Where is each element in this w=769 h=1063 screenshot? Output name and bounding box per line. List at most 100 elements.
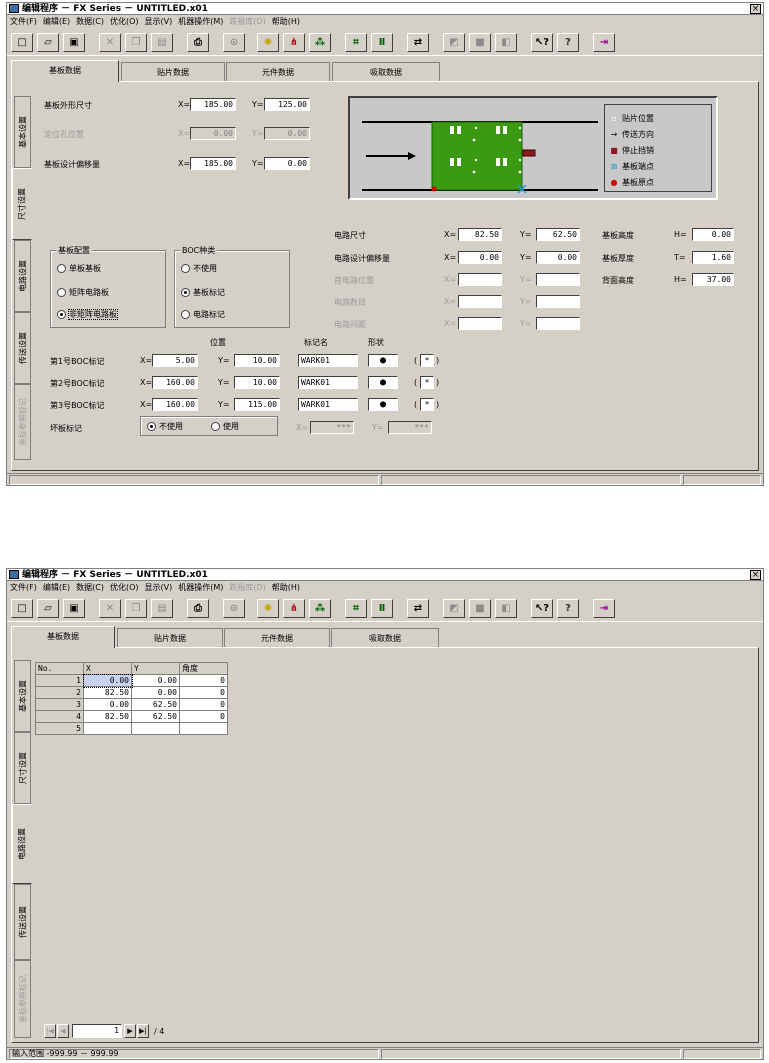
boc-mark-3-asterisk[interactable]: * [420, 398, 434, 411]
tab-board-data[interactable]: 基板数据 [11, 60, 119, 82]
bad-mark-y-input[interactable]: *** [388, 421, 432, 434]
new-icon[interactable]: □ [11, 33, 33, 52]
lightbulb-icon[interactable]: ✺ [257, 599, 279, 618]
disabled-icon-3[interactable]: ◧ [495, 33, 517, 52]
side-tab-basic[interactable]: 基本设置 [14, 96, 31, 168]
prev-page-icon[interactable]: ◀ [57, 1024, 69, 1038]
outline-y-input[interactable]: 125.00 [264, 98, 310, 111]
menu-edit[interactable]: 编辑(E) [40, 581, 73, 595]
boc-mark-1-name-input[interactable]: WARK01 [298, 354, 358, 367]
side-tab-basic[interactable]: 基本设置 [14, 660, 31, 732]
cell-y[interactable]: 62.50 [131, 698, 180, 711]
next-page-icon[interactable]: ▶ [124, 1024, 136, 1038]
radio-bad-mark-used[interactable]: 使用 [211, 421, 239, 432]
transfer-icon[interactable]: ⇄ [407, 599, 429, 618]
menu-file[interactable]: 文件(F) [7, 15, 40, 29]
cell-x[interactable]: 82.50 [83, 686, 132, 699]
row-number[interactable]: 3 [35, 698, 84, 711]
board-thickness-input[interactable]: 1.60 [692, 251, 734, 264]
save-icon[interactable]: ▣ [63, 33, 85, 52]
circuit-offset-y-input[interactable]: 0.00 [536, 251, 580, 264]
side-tab-size[interactable]: 尺寸设置 [12, 168, 32, 240]
lightbulb-icon[interactable]: ✺ [257, 33, 279, 52]
board-icon[interactable]: ⌗ [345, 33, 367, 52]
menu-library[interactable]: 跌报库(D) [226, 581, 268, 595]
cut-icon[interactable]: ✕ [99, 33, 121, 52]
cell-y[interactable]: 0.00 [131, 686, 180, 699]
binoculars-icon[interactable]: ⊙ [223, 599, 245, 618]
row-number[interactable]: 4 [35, 710, 84, 723]
cell-angle[interactable]: 0 [179, 710, 228, 723]
side-tab-fiducial[interactable]: 坐标参照标记 [14, 960, 31, 1038]
circuit-size-y-input[interactable]: 62.50 [536, 228, 580, 241]
side-tab-fiducial[interactable]: 坐标参照标记 [14, 384, 31, 460]
boc-mark-2-y-input[interactable]: 10.00 [234, 376, 280, 389]
hole-y-input[interactable]: 0.00 [264, 127, 310, 140]
circuit-count-x-input[interactable] [458, 295, 502, 308]
menu-view[interactable]: 显示(V) [142, 581, 176, 595]
transfer-icon[interactable]: ⇄ [407, 33, 429, 52]
help-icon[interactable]: ? [557, 599, 579, 618]
radio-boc-circuit[interactable]: 电路标记 [181, 309, 225, 320]
save-icon[interactable]: ▣ [63, 599, 85, 618]
circuit-count-y-input[interactable] [536, 295, 580, 308]
boc-mark-1-asterisk[interactable]: * [420, 354, 434, 367]
open-icon[interactable]: ▱ [37, 33, 59, 52]
optimize-icon[interactable]: ⁂ [309, 33, 331, 52]
row-number[interactable]: 2 [35, 686, 84, 699]
print-icon[interactable]: ⎙ [187, 33, 209, 52]
circuit-size-x-input[interactable]: 82.50 [458, 228, 502, 241]
first-page-icon[interactable]: |◀ [44, 1024, 56, 1038]
pick-icon[interactable]: ⋔ [283, 599, 305, 618]
boc-mark-2-name-input[interactable]: WARK01 [298, 376, 358, 389]
new-icon[interactable]: □ [11, 599, 33, 618]
cell-x[interactable]: 0.00 [82, 673, 133, 688]
boc-mark-1-shape[interactable]: ● [368, 354, 398, 367]
menu-help[interactable]: 帮助(H) [269, 581, 303, 595]
disabled-icon-1[interactable]: ◩ [443, 599, 465, 618]
disabled-icon-2[interactable]: ■ [469, 33, 491, 52]
menu-file[interactable]: 文件(F) [7, 581, 40, 595]
disabled-icon-1[interactable]: ◩ [443, 33, 465, 52]
cell-angle[interactable]: 0 [179, 698, 228, 711]
boc-mark-2-asterisk[interactable]: * [420, 376, 434, 389]
disabled-icon-2[interactable]: ■ [469, 599, 491, 618]
boc-mark-1-x-input[interactable]: 5.00 [152, 354, 198, 367]
radio-matrix-board[interactable]: 矩阵电路板 [57, 287, 109, 298]
circuit-pitch-x-input[interactable] [458, 317, 502, 330]
context-help-icon[interactable]: ↖? [531, 599, 553, 618]
close-button[interactable]: × [750, 4, 761, 14]
exit-icon[interactable]: ⇥ [593, 33, 615, 52]
boc-mark-2-shape[interactable]: ● [368, 376, 398, 389]
tab-component-data[interactable]: 元件数据 [226, 62, 330, 82]
side-tab-circuit[interactable]: 电路设置 [14, 240, 31, 312]
first-circuit-x-input[interactable] [458, 273, 502, 286]
open-icon[interactable]: ▱ [37, 599, 59, 618]
paste-icon[interactable]: ▤ [151, 599, 173, 618]
menu-optimize[interactable]: 优化(O) [107, 581, 142, 595]
menu-view[interactable]: 显示(V) [142, 15, 176, 29]
close-button[interactable]: × [750, 570, 761, 580]
cell-angle[interactable] [179, 722, 228, 735]
boc-mark-3-shape[interactable]: ● [368, 398, 398, 411]
row-number[interactable]: 5 [35, 722, 84, 735]
copy-icon[interactable]: ❐ [125, 33, 147, 52]
board-height-input[interactable]: 0.00 [692, 228, 734, 241]
tab-placement-data[interactable]: 贴片数据 [121, 62, 225, 82]
circuit-offset-x-input[interactable]: 0.00 [458, 251, 502, 264]
first-circuit-y-input[interactable] [536, 273, 580, 286]
context-help-icon[interactable]: ↖? [531, 33, 553, 52]
radio-single-board[interactable]: 单板基板 [57, 263, 101, 274]
copy-icon[interactable]: ❐ [125, 599, 147, 618]
tab-pickup-data[interactable]: 吸取数据 [331, 628, 439, 648]
radio-boc-board[interactable]: 基板标记 [181, 287, 225, 298]
board-icon[interactable]: ⌗ [345, 599, 367, 618]
menu-data[interactable]: 数据(C) [73, 15, 107, 29]
disabled-icon-3[interactable]: ◧ [495, 599, 517, 618]
outline-x-input[interactable]: 185.00 [190, 98, 236, 111]
offset-x-input[interactable]: 185.00 [190, 157, 236, 170]
side-tab-transfer[interactable]: 传送设置 [14, 312, 31, 384]
menu-machine[interactable]: 机器操作(M) [175, 15, 226, 29]
menu-optimize[interactable]: 优化(O) [107, 15, 142, 29]
boc-mark-3-name-input[interactable]: WARK01 [298, 398, 358, 411]
